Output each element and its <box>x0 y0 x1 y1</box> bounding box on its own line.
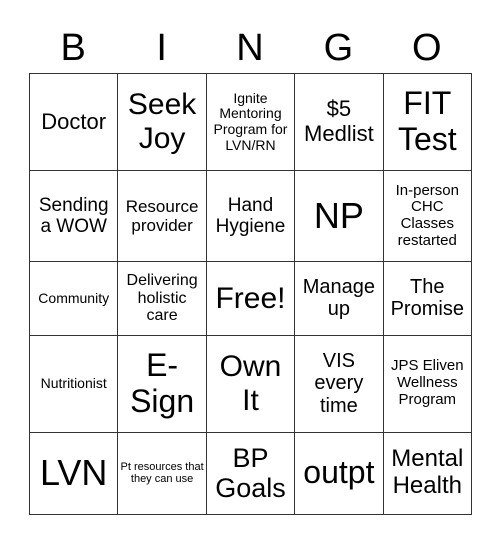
header-letter: G <box>323 27 354 69</box>
bingo-cell[interactable]: Sending a WOW <box>28 170 119 263</box>
bingo-cell[interactable]: outpt <box>294 431 384 516</box>
header-letter: I <box>156 27 167 69</box>
bingo-cell[interactable]: FIT Test <box>382 72 473 172</box>
bingo-cell[interactable]: NP <box>294 170 384 263</box>
bingo-cell[interactable]: JPS Eliven Wellness Program <box>382 334 473 433</box>
bingo-cell[interactable]: Pt resources that they can use <box>117 431 207 516</box>
bingo-cell[interactable]: LVN <box>28 431 119 516</box>
bingo-cell[interactable]: In-person CHC Classes restarted <box>382 170 473 263</box>
bingo-cell[interactable]: Delivering holistic care <box>117 261 207 336</box>
bingo-row: Doctor Seek Joy Ignite Mentoring Program f… <box>28 72 473 172</box>
bingo-cell[interactable]: Resource provider <box>117 170 207 263</box>
bingo-cell[interactable]: Hand Hygiene <box>205 170 296 263</box>
header-letter: O <box>412 27 442 69</box>
bingo-cell[interactable]: Community <box>28 261 119 336</box>
bingo-cell[interactable]: Manage up <box>294 261 384 336</box>
bingo-cell[interactable]: BP Goals <box>205 431 296 516</box>
header-letter: N <box>236 27 264 69</box>
bingo-cell[interactable]: Mental Health <box>382 431 473 516</box>
bingo-cell[interactable]: Free! <box>205 261 296 336</box>
bingo-cell[interactable]: The Promise <box>382 261 473 336</box>
bingo-row: Nutritionist E-Sign Own It VIS every time JP… <box>28 334 473 433</box>
bingo-grid: Doctor Seek Joy Ignite Mentoring Program f… <box>28 72 473 516</box>
bingo-row: Sending a WOW Resource provider Hand Hygie… <box>28 170 473 263</box>
bingo-cell[interactable]: $5 Medlist <box>294 72 384 172</box>
bingo-cell[interactable]: Doctor <box>28 72 119 172</box>
bingo-header: B I N G O <box>29 24 471 72</box>
header-letter: B <box>60 27 86 69</box>
bingo-cell[interactable]: Ignite Mentoring Program for LVN/RN <box>205 72 296 172</box>
bingo-cell[interactable]: VIS every time <box>294 334 384 433</box>
bingo-row: Community Delivering holistic care Free! Ma… <box>28 261 473 336</box>
bingo-cell[interactable]: E-Sign <box>117 334 207 433</box>
bingo-cell[interactable]: Nutritionist <box>28 334 119 433</box>
bingo-cell[interactable]: Seek Joy <box>117 72 207 172</box>
bingo-row: LVN Pt resources that they can use BP Goal… <box>28 431 473 516</box>
bingo-cell[interactable]: Own It <box>205 334 296 433</box>
